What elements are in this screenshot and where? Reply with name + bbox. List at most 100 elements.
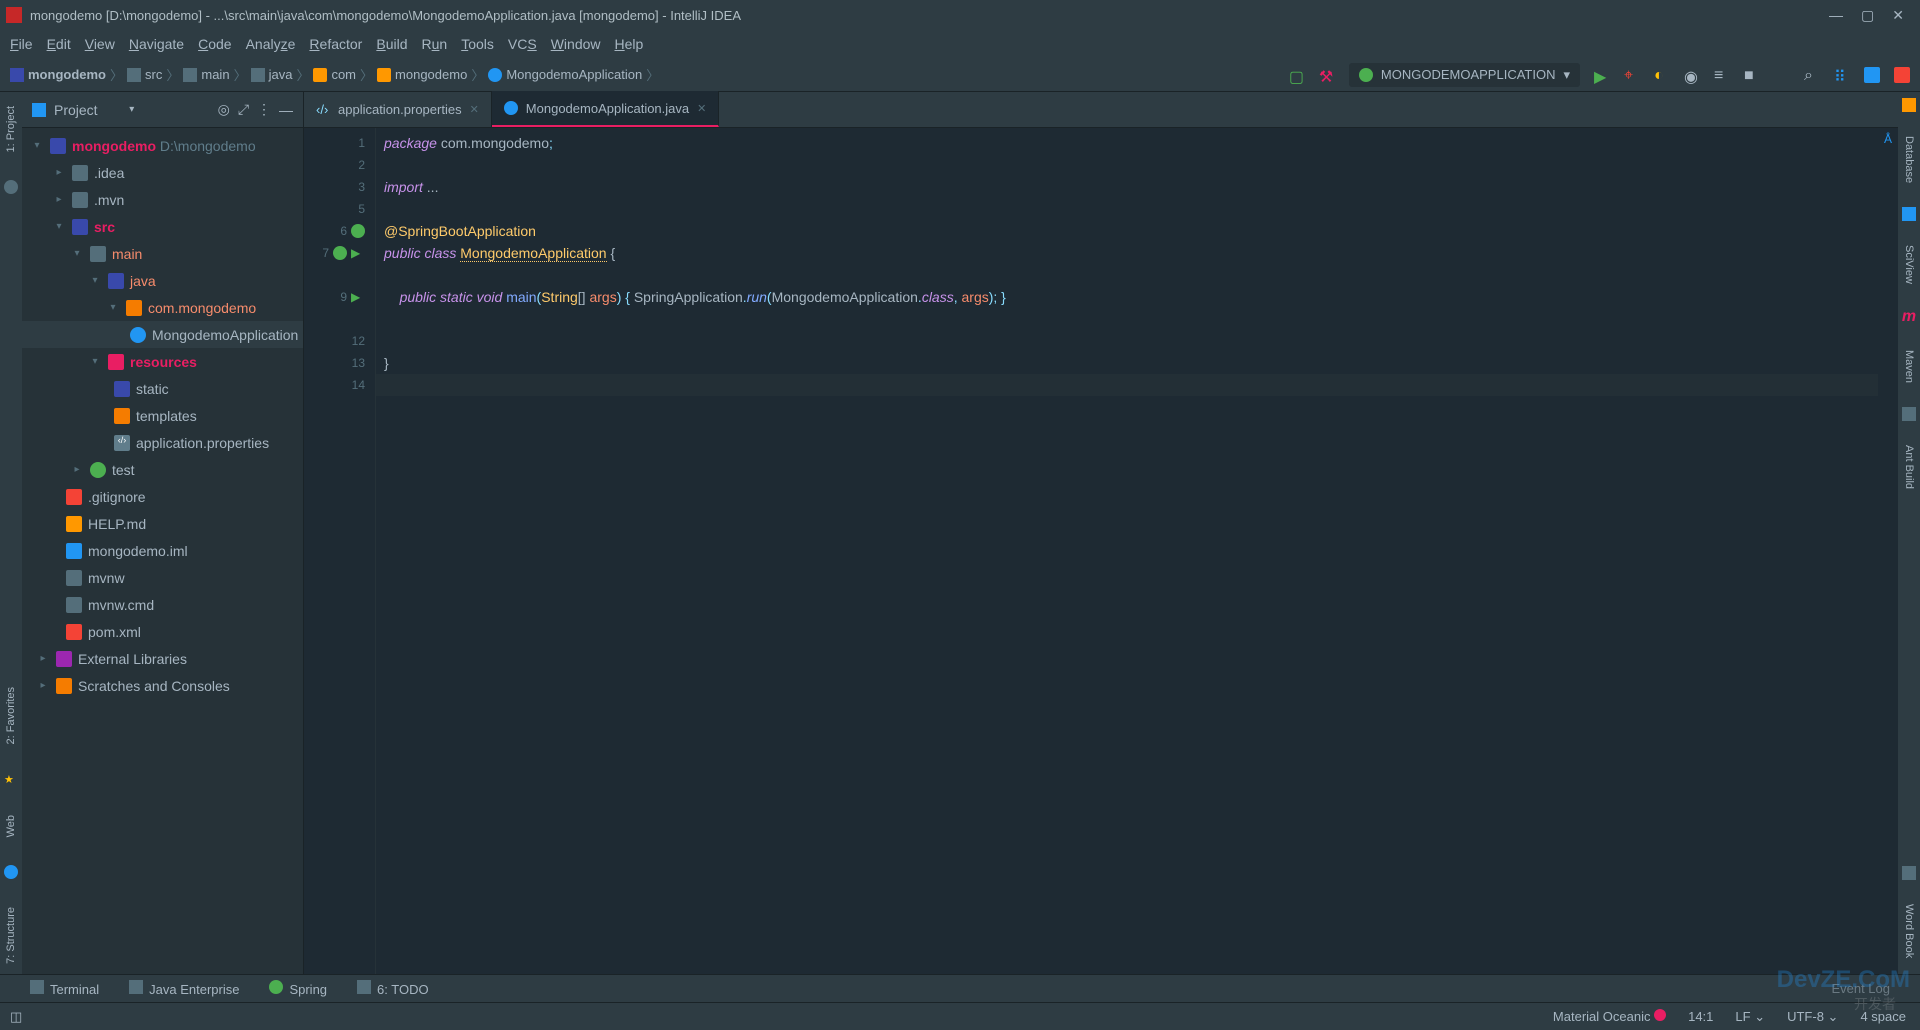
tab-sciview[interactable]: SciView (1901, 237, 1917, 292)
panel-title[interactable]: Project (54, 102, 121, 118)
tool-window-toggle-icon[interactable]: ◫ (10, 1009, 22, 1025)
expand-icon[interactable]: ▸ (36, 653, 50, 664)
tree-resources[interactable]: ▾ resources (22, 348, 303, 375)
tree-static[interactable]: static (22, 375, 303, 402)
tab-maven[interactable]: Maven (1901, 342, 1917, 391)
menu-view[interactable]: View (85, 36, 115, 52)
menu-navigate[interactable]: Navigate (129, 36, 184, 52)
menu-run[interactable]: Run (422, 36, 448, 52)
tab-ant[interactable]: Ant Build (1901, 437, 1917, 497)
tree-help[interactable]: HELP.md (22, 510, 303, 537)
tree-pom[interactable]: pom.xml (22, 618, 303, 645)
coverage-button[interactable]: ◐ (1654, 67, 1670, 83)
hide-icon[interactable]: — (279, 102, 293, 118)
menu-code[interactable]: Code (198, 36, 231, 52)
expand-icon[interactable]: ▸ (52, 167, 66, 178)
translate-icon[interactable] (1864, 67, 1880, 83)
tab-application-properties[interactable]: ‹/› application.properties ✕ (304, 91, 492, 127)
profile-button[interactable]: ◉ (1684, 67, 1700, 83)
maven-icon[interactable]: m (1902, 308, 1916, 326)
menu-tools[interactable]: Tools (461, 36, 494, 52)
collapse-icon[interactable]: ⤢ (238, 101, 249, 118)
close-tab-icon[interactable]: ✕ (697, 102, 706, 115)
expand-icon[interactable]: ▾ (70, 248, 84, 259)
menu-edit[interactable]: Edit (47, 36, 71, 52)
bc-com[interactable]: com (331, 67, 356, 82)
minimize-button[interactable]: — (1829, 7, 1843, 24)
expand-icon[interactable]: ▸ (52, 194, 66, 205)
grid-icon[interactable]: ⠿ (1834, 67, 1850, 83)
expand-icon[interactable]: ▾ (88, 275, 102, 286)
expand-icon[interactable]: ▸ (70, 464, 84, 475)
run-config-selector[interactable]: MONGODEMOAPPLICATION ▾ (1349, 63, 1580, 87)
menu-build[interactable]: Build (376, 36, 407, 52)
spring-gutter-icon[interactable] (351, 224, 365, 238)
stop-button[interactable]: ■ (1744, 67, 1760, 83)
bc-mongodemo[interactable]: mongodemo (395, 67, 467, 82)
tab-database[interactable]: Database (1901, 128, 1917, 191)
tree-mvnwcmd[interactable]: mvnw.cmd (22, 591, 303, 618)
close-tab-icon[interactable]: ✕ (470, 103, 479, 116)
tab-project[interactable]: 1: Project (3, 98, 19, 160)
ms-icon[interactable] (1894, 67, 1910, 83)
tab-mongodemo-application[interactable]: MongodemoApplication.java ✕ (492, 91, 720, 127)
tree-java[interactable]: ▾ java (22, 267, 303, 294)
close-button[interactable]: ✕ (1892, 7, 1904, 24)
spring-gutter-icon[interactable] (333, 246, 347, 260)
chevron-down-icon[interactable]: ▾ (129, 104, 134, 115)
tab-terminal[interactable]: Terminal (30, 980, 99, 997)
bc-main[interactable]: main (201, 67, 229, 82)
target-icon[interactable]: ◎ (218, 101, 230, 118)
menu-file[interactable]: File (10, 36, 33, 52)
settings-icon[interactable]: ⋮ (257, 101, 271, 118)
code-content[interactable]: package com.mongodemo; import ... @Sprin… (376, 128, 1898, 1002)
expand-icon[interactable]: ▾ (106, 302, 120, 313)
menu-help[interactable]: Help (615, 36, 644, 52)
tree-templates[interactable]: templates (22, 402, 303, 429)
tree-idea[interactable]: ▸ .idea (22, 159, 303, 186)
code-editor[interactable]: 1 2 3 5 6 7▶ 9▶ 12 13 14 package com.mon… (304, 128, 1898, 1002)
tree-test[interactable]: ▸ test (22, 456, 303, 483)
tree-src[interactable]: ▾ src (22, 213, 303, 240)
bc-src[interactable]: src (145, 67, 162, 82)
tree-root[interactable]: ▾ mongodemo D:\mongodemo (22, 132, 303, 159)
tree-package[interactable]: ▾ com.mongodemo (22, 294, 303, 321)
database-icon[interactable] (1902, 98, 1916, 112)
tree-gitignore[interactable]: .gitignore (22, 483, 303, 510)
maximize-button[interactable]: ▢ (1861, 7, 1874, 24)
tree-scratches[interactable]: ▸ Scratches and Consoles (22, 672, 303, 699)
ant-icon[interactable] (1902, 407, 1916, 421)
hammer-icon[interactable]: ⚒ (1319, 67, 1335, 83)
tree-mvn[interactable]: ▸ .mvn (22, 186, 303, 213)
tab-todo[interactable]: 6: TODO (357, 980, 429, 997)
menu-refactor[interactable]: Refactor (309, 36, 362, 52)
tab-structure[interactable]: 7: Structure (3, 899, 19, 972)
status-line-ending[interactable]: LF ⌄ (1735, 1009, 1765, 1025)
tree-app-props[interactable]: ‹/› application.properties (22, 429, 303, 456)
status-encoding[interactable]: UTF-8 ⌄ (1787, 1009, 1838, 1025)
tab-favorites[interactable]: 2: Favorites (3, 679, 19, 752)
bc-class[interactable]: MongodemoApplication (506, 67, 642, 82)
expand-icon[interactable]: ▸ (36, 680, 50, 691)
tab-web[interactable]: Web (3, 807, 19, 845)
menu-analyze[interactable]: Analyze (246, 36, 296, 52)
project-tree[interactable]: ▾ mongodemo D:\mongodemo ▸ .idea ▸ .mvn … (22, 128, 303, 1002)
tree-ext-lib[interactable]: ▸ External Libraries (22, 645, 303, 672)
tab-spring[interactable]: Spring (269, 980, 327, 997)
book-icon[interactable] (1902, 866, 1916, 880)
menu-window[interactable]: Window (551, 36, 601, 52)
bc-project[interactable]: mongodemo (28, 67, 106, 82)
run-button[interactable]: ▶ (1594, 67, 1610, 83)
expand-icon[interactable]: ▾ (52, 221, 66, 232)
run-gutter-icon[interactable]: ▶ (351, 290, 365, 304)
run-gutter-icon[interactable]: ▶ (351, 246, 365, 260)
status-indent[interactable]: 4 space (1860, 1009, 1906, 1024)
stack-icon[interactable]: ≡ (1714, 67, 1730, 83)
sciview-icon[interactable] (1902, 207, 1916, 221)
globe-icon[interactable] (4, 180, 18, 194)
expand-icon[interactable]: ▾ (30, 140, 44, 151)
debug-button[interactable]: ⌖ (1624, 67, 1640, 83)
status-position[interactable]: 14:1 (1688, 1009, 1713, 1024)
tab-wordbook[interactable]: Word Book (1901, 896, 1917, 966)
inspection-icon[interactable]: Å (1884, 132, 1892, 146)
